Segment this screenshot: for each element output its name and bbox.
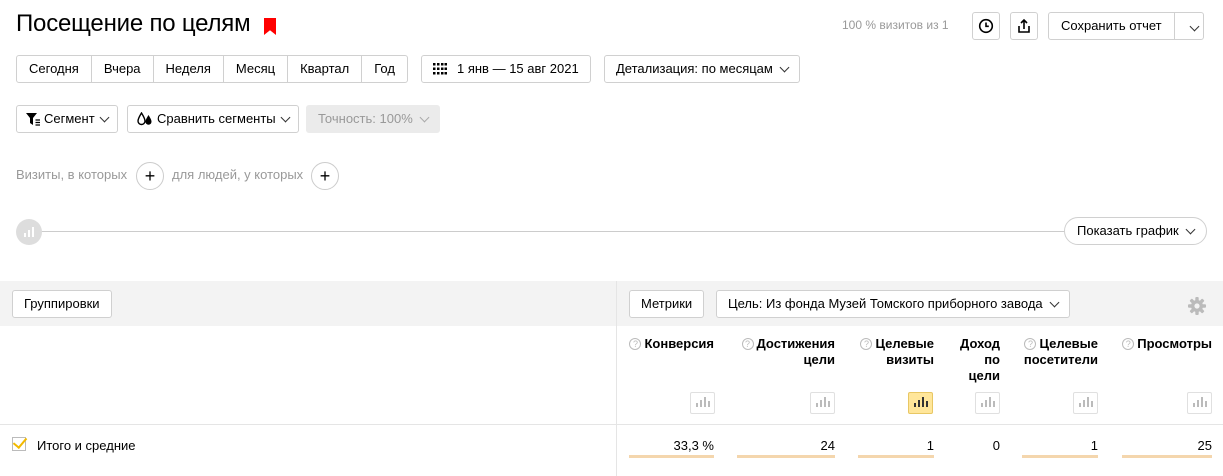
drops-icon	[137, 112, 152, 126]
add-visit-condition-button[interactable]: +	[136, 162, 164, 190]
row-divider	[0, 424, 1223, 425]
chevron-down-icon	[99, 112, 110, 122]
total-bar	[629, 455, 714, 458]
date-range-button[interactable]: 1 янв — 15 авг 2021	[421, 55, 591, 83]
goal-dropdown[interactable]: Цель: Из фонда Музей Томского приборного…	[716, 290, 1070, 318]
chevron-down-icon	[1189, 21, 1200, 32]
chevron-down-icon	[1185, 224, 1196, 234]
total-pageviews: 25	[1197, 438, 1212, 453]
page-title: Посещение по целям	[16, 10, 251, 37]
plus-icon: +	[144, 166, 156, 186]
column-header-conversion[interactable]: ? Конверсия	[628, 336, 714, 352]
help-icon[interactable]: ?	[860, 338, 873, 350]
settings-button[interactable]	[1187, 296, 1207, 319]
totals-label: Итого и средние	[37, 438, 136, 453]
show-graph-label: Показать график	[1077, 223, 1179, 238]
chart-icon	[16, 219, 42, 245]
groupings-button[interactable]: Группировки	[12, 290, 112, 318]
chart-toggle-target-visits[interactable]	[908, 392, 933, 414]
history-button[interactable]	[972, 12, 1000, 40]
total-conversion: 33,3 %	[673, 438, 714, 453]
segment-dropdown[interactable]: Сегмент	[16, 105, 118, 133]
save-options-button[interactable]	[1181, 13, 1208, 39]
filter-icon	[26, 112, 40, 126]
help-icon[interactable]: ?	[1122, 338, 1135, 350]
total-goal-reaches: 24	[820, 438, 835, 453]
graph-divider	[40, 231, 1070, 232]
sampling-note: 100 % визитов из 1	[842, 18, 949, 32]
compare-segments-dropdown[interactable]: Сравнить сегменты	[127, 105, 299, 133]
column-header-goal-revenue[interactable]: Доход по цели	[956, 336, 1000, 384]
detail-dropdown[interactable]: Детализация: по месяцам	[604, 55, 800, 83]
goal-label: Цель: Из фонда Музей Томского приборного…	[728, 296, 1043, 311]
column-header-goal-reaches[interactable]: ? Достижения цели	[737, 336, 835, 368]
visits-filter-label: Визиты, в которых	[16, 167, 128, 182]
metrics-button[interactable]: Метрики	[629, 290, 705, 318]
period-month[interactable]: Месяц	[224, 56, 289, 82]
bookmark-icon[interactable]	[264, 18, 276, 35]
add-people-condition-button[interactable]: +	[311, 162, 339, 190]
column-header-target-visitors[interactable]: ? Целевые посетители	[1022, 336, 1098, 368]
help-icon[interactable]: ?	[1024, 338, 1037, 350]
chevron-down-icon	[1049, 297, 1060, 307]
period-selector: Сегодня Вчера Неделя Месяц Квартал Год	[16, 55, 408, 83]
save-report-button[interactable]: Сохранить отчет	[1049, 13, 1175, 39]
chevron-down-icon	[419, 112, 430, 122]
period-week[interactable]: Неделя	[154, 56, 224, 82]
column-divider	[616, 281, 617, 476]
chart-toggle-goal-reaches[interactable]	[810, 392, 835, 414]
chart-toggle-conversion[interactable]	[690, 392, 715, 414]
people-filter-label: для людей, у которых	[172, 167, 304, 182]
period-year[interactable]: Год	[362, 56, 407, 82]
chart-toggle-pageviews[interactable]	[1187, 392, 1212, 414]
total-goal-revenue: 0	[992, 438, 1000, 453]
share-icon	[1018, 18, 1030, 33]
total-target-visits: 1	[926, 438, 934, 453]
help-icon[interactable]: ?	[629, 338, 642, 350]
column-header-target-visits[interactable]: ? Целевые визиты	[858, 336, 934, 368]
export-button[interactable]	[1010, 12, 1038, 40]
period-today[interactable]: Сегодня	[17, 56, 92, 82]
clock-icon	[978, 18, 994, 34]
total-target-visitors: 1	[1090, 438, 1098, 453]
gear-icon	[1188, 297, 1206, 315]
chart-toggle-goal-revenue[interactable]	[975, 392, 1000, 414]
chevron-down-icon	[779, 62, 790, 72]
accuracy-label: Точность: 100%	[318, 111, 413, 126]
detail-label: Детализация: по месяцам	[616, 61, 773, 76]
period-yesterday[interactable]: Вчера	[92, 56, 154, 82]
help-icon[interactable]: ?	[741, 338, 754, 350]
total-bar	[1022, 455, 1098, 458]
save-report-control[interactable]: Сохранить отчет	[1048, 12, 1204, 40]
calendar-icon	[433, 63, 447, 75]
total-bar	[858, 455, 934, 458]
column-header-pageviews[interactable]: ? Просмотры	[1122, 336, 1212, 352]
chevron-down-icon	[280, 112, 291, 122]
date-range-label: 1 янв — 15 авг 2021	[457, 61, 579, 76]
totals-checkbox[interactable]	[12, 437, 26, 451]
plus-icon: +	[319, 166, 331, 186]
period-quarter[interactable]: Квартал	[288, 56, 363, 82]
show-graph-button[interactable]: Показать график	[1064, 217, 1207, 245]
chart-toggle-target-visitors[interactable]	[1073, 392, 1098, 414]
segment-label: Сегмент	[44, 111, 95, 126]
total-bar	[737, 455, 835, 458]
total-bar	[1122, 455, 1212, 458]
compare-segments-label: Сравнить сегменты	[157, 111, 276, 126]
accuracy-dropdown: Точность: 100%	[306, 105, 440, 133]
